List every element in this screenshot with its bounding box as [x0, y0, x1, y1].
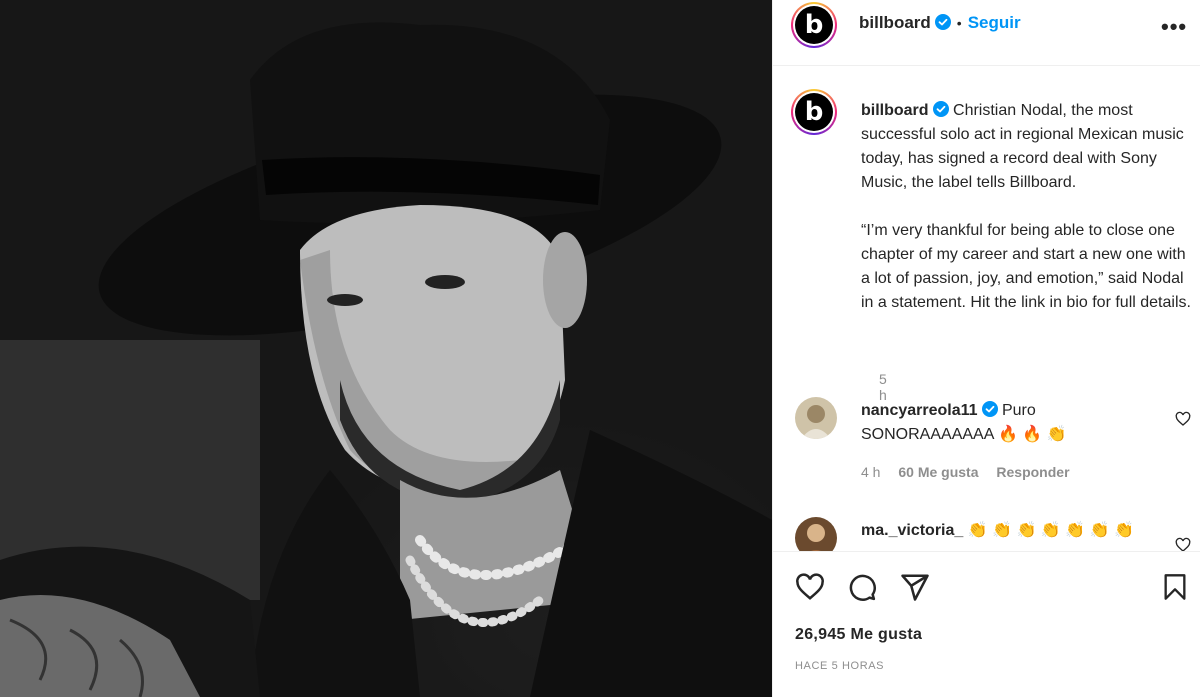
likes-count[interactable]: 26,945 Me gusta: [795, 626, 922, 644]
billboard-logo: b: [795, 93, 833, 131]
share-icon[interactable]: [900, 572, 930, 602]
verified-badge-icon: [934, 14, 951, 30]
commenter-avatar[interactable]: [795, 397, 837, 439]
post-actions: 26,945 Me gusta HACE 5 HORAS: [773, 551, 1200, 697]
caption-paragraph-2: “I’m very thankful for being able to clo…: [861, 222, 1191, 311]
separator-dot: •: [956, 15, 962, 31]
caption-username[interactable]: billboard: [861, 102, 929, 119]
verified-badge-icon: [981, 401, 998, 417]
billboard-logo: b: [795, 6, 833, 44]
comment-likes[interactable]: 60 Me gusta: [898, 464, 978, 480]
photo-illustration: [0, 0, 772, 697]
comment-emoji: 🔥 🔥 👏: [997, 426, 1067, 443]
reply-button[interactable]: Responder: [996, 464, 1069, 480]
comment-emoji: 👏 👏 👏 👏 👏 👏 👏: [967, 522, 1134, 539]
profile-username[interactable]: billboard: [859, 13, 931, 32]
header-text: billboard • Seguir: [859, 13, 1021, 33]
post-panel: b billboard • Seguir ••• b billboard Chris…: [772, 0, 1200, 697]
comment-icon[interactable]: [847, 572, 877, 602]
verified-badge-icon: [932, 101, 949, 117]
post-photo[interactable]: [0, 0, 772, 697]
caption-avatar[interactable]: b: [791, 89, 837, 135]
comment-meta: 4 h 60 Me gusta Responder: [861, 464, 1084, 480]
commenter-username[interactable]: ma._victoria_: [861, 522, 963, 539]
comment-time[interactable]: 4 h: [861, 464, 880, 480]
commenter-username[interactable]: nancyarreola11: [861, 402, 978, 419]
like-comment-heart-icon[interactable]: [1175, 537, 1191, 551]
like-comment-heart-icon[interactable]: [1175, 411, 1191, 427]
comments-section[interactable]: b billboard Christian Nodal, the most su…: [773, 67, 1200, 551]
more-options-icon[interactable]: •••: [1161, 14, 1187, 40]
caption-text: billboard Christian Nodal, the most succ…: [861, 99, 1196, 315]
comment-text: nancyarreola11 Puro SONORAAAAAAA 🔥 🔥 👏: [861, 399, 1151, 447]
commenter-avatar[interactable]: [795, 517, 837, 551]
post-header: b billboard • Seguir •••: [773, 0, 1200, 66]
profile-avatar[interactable]: b: [791, 2, 837, 48]
follow-button[interactable]: Seguir: [968, 13, 1021, 32]
post-time-ago[interactable]: HACE 5 HORAS: [795, 660, 884, 672]
heart-icon[interactable]: [795, 572, 825, 602]
bookmark-icon[interactable]: [1161, 572, 1189, 602]
comment-text: ma._victoria_ 👏 👏 👏 👏 👏 👏 👏: [861, 519, 1151, 543]
